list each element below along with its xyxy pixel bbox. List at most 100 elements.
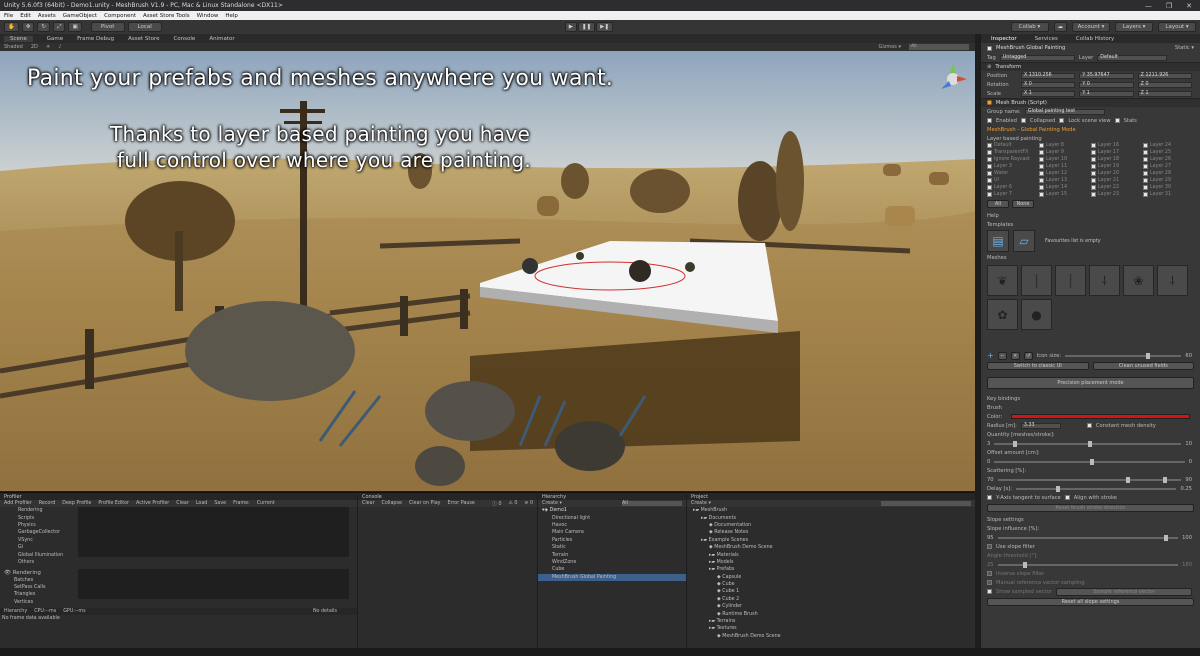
scale-x[interactable]: X 1	[1021, 90, 1076, 97]
hierarchy-item[interactable]: Terrain	[538, 551, 686, 558]
layer-toggle[interactable]: Layer 12	[1039, 171, 1091, 176]
project-item[interactable]: ▸▰ Documents	[687, 514, 975, 521]
play-icon[interactable]: ▶	[564, 22, 577, 32]
hierarchy-item[interactable]: Cube	[538, 566, 686, 573]
layer-toggle[interactable]: Layer 13	[1039, 178, 1091, 183]
scale-z[interactable]: Z 1	[1137, 90, 1192, 97]
tab-animator[interactable]: Animator	[209, 36, 234, 42]
project-item[interactable]: ◆ Capsule	[687, 574, 975, 581]
layer-toggle[interactable]: Layer 20	[1091, 171, 1143, 176]
brush-color-field[interactable]	[1011, 414, 1190, 419]
slope-min[interactable]: 95	[987, 535, 994, 541]
use-slope-filter-checkbox[interactable]	[987, 544, 992, 549]
project-item[interactable]: ◆ Cube	[687, 581, 975, 588]
layer-toggle[interactable]: Layer 14	[1039, 185, 1091, 190]
rotation-z[interactable]: Z 0	[1137, 81, 1192, 88]
menu-help[interactable]: Help	[225, 13, 238, 19]
hierarchy-search-input[interactable]: All	[622, 501, 682, 506]
menu-gameobject[interactable]: GameObject	[63, 13, 97, 19]
no-layers-button[interactable]: None	[1012, 200, 1034, 208]
2d-toggle[interactable]: 2D	[31, 44, 38, 50]
pivot-toggle[interactable]: Pivot	[90, 22, 125, 32]
tab-game[interactable]: Game	[47, 36, 63, 42]
tab-services[interactable]: Services	[1035, 36, 1058, 42]
profiler-clear-button[interactable]: Clear	[176, 501, 189, 506]
hierarchy-item[interactable]: Particles	[538, 537, 686, 544]
layer-toggle[interactable]: Layer 15	[1039, 192, 1091, 197]
local-toggle[interactable]: Local	[127, 22, 162, 32]
collab-button[interactable]: Collab ▾	[1010, 22, 1049, 32]
layer-toggle[interactable]: TransparentFX	[987, 150, 1039, 155]
gizmos-dropdown[interactable]: Gizmos ▾	[878, 44, 901, 50]
layer-checkbox[interactable]	[1039, 157, 1044, 162]
layer-checkbox[interactable]	[987, 164, 992, 169]
scale-y[interactable]: Y 1	[1079, 90, 1134, 97]
mesh-slot-5[interactable]: ❀	[1123, 265, 1154, 296]
hierarchy-item[interactable]: WindZone	[538, 559, 686, 566]
position-x[interactable]: X 1310.256	[1021, 72, 1076, 79]
icon-size-slider[interactable]	[1065, 352, 1182, 359]
error-pause-button[interactable]: Error Pause	[448, 501, 475, 506]
project-item[interactable]: ◆ Cube 1	[687, 588, 975, 595]
rotate-tool-icon[interactable]: ↻	[37, 22, 51, 32]
layer-toggle[interactable]: Layer 23	[1091, 192, 1143, 197]
reset-stroke-direction-button[interactable]: Reset brush stroke direction	[987, 504, 1194, 512]
template-save-icon[interactable]: ▤	[987, 230, 1009, 252]
cpu-graph[interactable]	[78, 507, 349, 557]
deep-profile-button[interactable]: Deep Profile	[62, 501, 91, 506]
menu-file[interactable]: File	[4, 13, 13, 19]
rendering-legend-item[interactable]: Batches	[4, 577, 78, 584]
project-item[interactable]: ◆ MeshBrush Demo Scene	[687, 544, 975, 551]
layer-toggle[interactable]: Layer 10	[1039, 157, 1091, 162]
inverse-slope-checkbox[interactable]	[987, 571, 992, 576]
scattering-min[interactable]: 70	[987, 477, 994, 483]
add-mesh-icon[interactable]: +	[987, 351, 994, 360]
layer-toggle[interactable]: Layer 18	[1091, 157, 1143, 162]
template-load-icon[interactable]: ▱	[1013, 230, 1035, 252]
tab-asset-store[interactable]: Asset Store	[128, 36, 159, 42]
scene-root[interactable]: ▾◈ Demo1	[538, 507, 686, 514]
cpu-legend-item[interactable]: Gi	[4, 544, 78, 551]
menu-edit[interactable]: Edit	[20, 13, 31, 19]
layer-checkbox[interactable]	[987, 178, 992, 183]
tab-inspector[interactable]: Inspector	[991, 36, 1017, 42]
sample-vector-button[interactable]: Sample reference vector	[1055, 587, 1192, 596]
details-dropdown[interactable]: No details	[313, 609, 337, 614]
offset-min[interactable]: 0	[987, 459, 990, 465]
layer-toggle[interactable]: Layer 17	[1091, 150, 1143, 155]
script-header[interactable]: ■ Mesh Brush (Script)	[981, 98, 1200, 107]
maximize-icon[interactable]: ❐	[1166, 2, 1172, 10]
layer-checkbox[interactable]	[987, 192, 992, 197]
quantity-min[interactable]: 3	[987, 441, 990, 447]
cpu-legend-item[interactable]: GarbageCollector	[4, 529, 78, 536]
hand-tool-icon[interactable]: ✋	[4, 22, 19, 32]
project-item[interactable]: ▸▰ Prefabs	[687, 566, 975, 573]
meshes-foldout[interactable]: Meshes	[981, 253, 1200, 262]
clear-on-play-button[interactable]: Clear on Play	[409, 501, 441, 506]
layer-checkbox[interactable]	[1143, 143, 1148, 148]
rotation-y[interactable]: Y 0	[1079, 81, 1134, 88]
layer-checkbox[interactable]	[1039, 178, 1044, 183]
minimize-icon[interactable]: —	[1145, 2, 1152, 10]
layer-checkbox[interactable]	[1143, 157, 1148, 162]
hierarchy-tab[interactable]: Hierarchy	[538, 493, 686, 500]
angle-min[interactable]: 25	[987, 562, 994, 568]
project-item[interactable]: ▸▰ Terrains	[687, 618, 975, 625]
layer-toggle[interactable]: Layer 31	[1143, 192, 1195, 197]
mesh-slot-2[interactable]: ⸽	[1021, 265, 1052, 296]
show-vector-checkbox[interactable]	[987, 589, 992, 594]
project-item[interactable]: ◆ Release Notes	[687, 529, 975, 536]
offset-max[interactable]: 0	[1189, 459, 1192, 465]
collapse-button[interactable]: Collapse	[382, 501, 402, 506]
menu-component[interactable]: Component	[104, 13, 136, 19]
layer-toggle[interactable]: Layer 28	[1143, 171, 1195, 176]
rendering-legend-item[interactable]: SetPass Calls	[4, 584, 78, 591]
angle-slider[interactable]	[997, 561, 1179, 568]
layer-toggle[interactable]: Water	[987, 171, 1039, 176]
layer-checkbox[interactable]	[1039, 185, 1044, 190]
warning-count-icon[interactable]: ⚠ 0	[509, 501, 518, 506]
move-tool-icon[interactable]: ✥	[21, 22, 35, 32]
mesh-slot-7[interactable]: ✿	[987, 299, 1018, 330]
scene-orientation-gizmo[interactable]	[933, 59, 973, 99]
transform-header[interactable]: ⊕ Transform	[981, 62, 1200, 71]
